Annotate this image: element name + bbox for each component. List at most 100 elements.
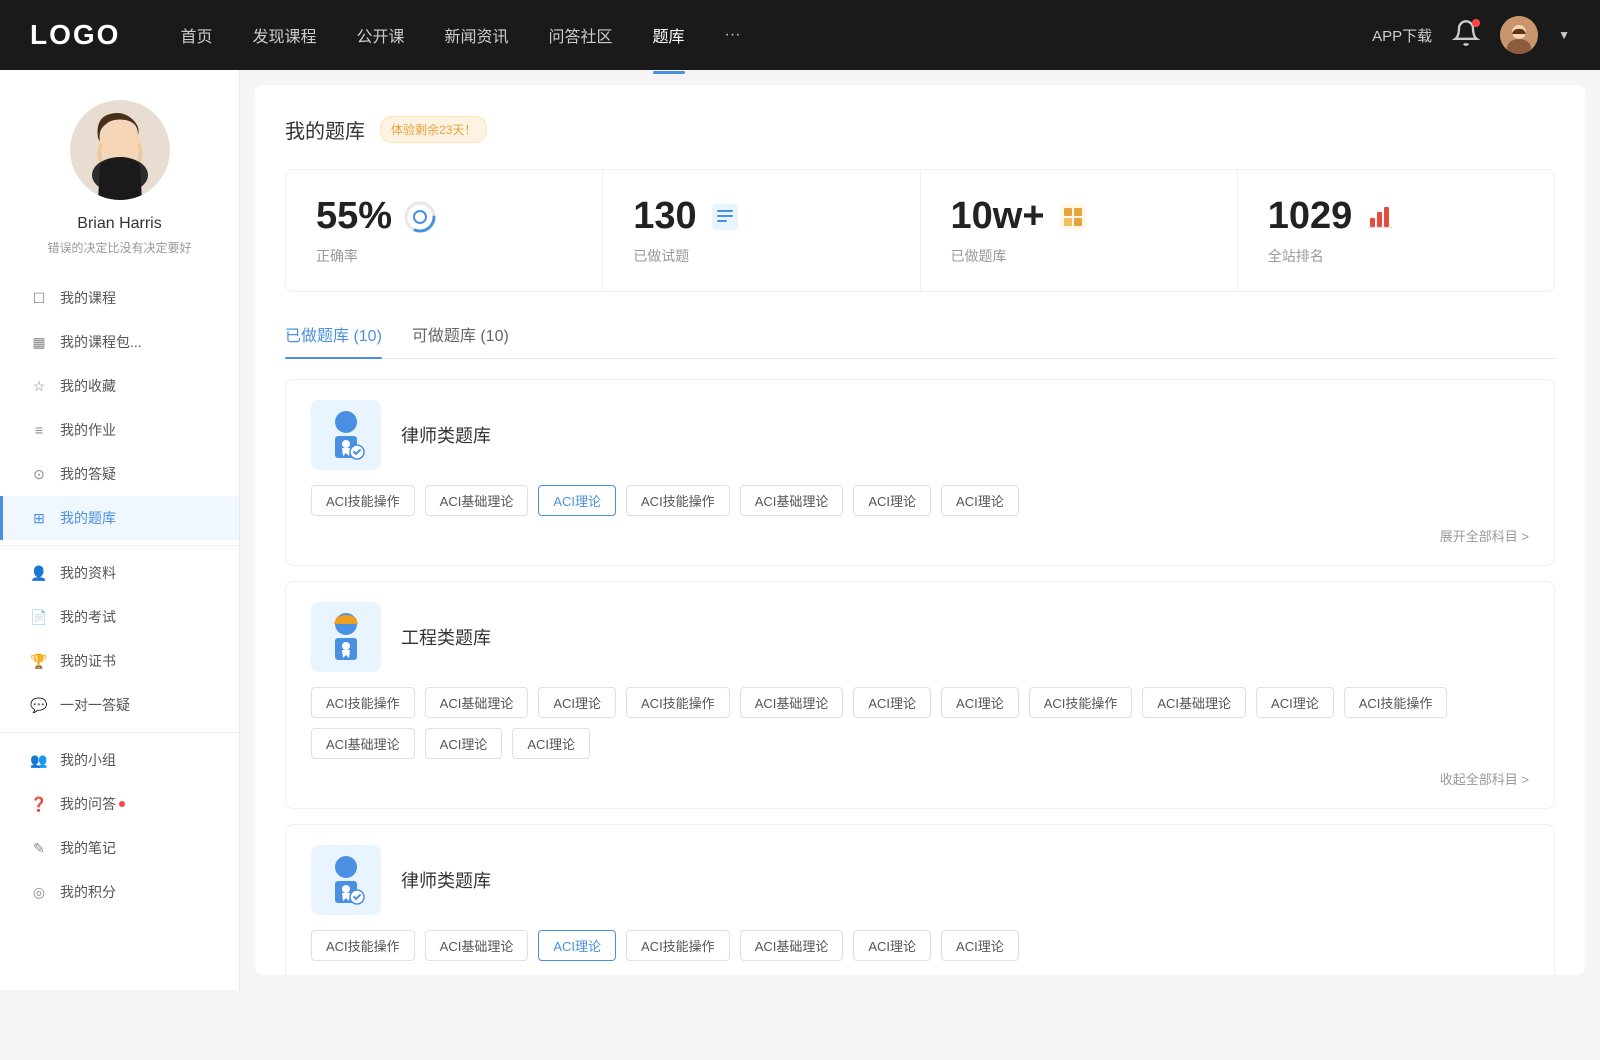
tabs: 已做题库 (10) 可做题库 (10) (285, 322, 1555, 359)
bank-name-1: 律师类题库 (401, 422, 491, 448)
sidebar-item-homework[interactable]: ≡ 我的作业 (0, 408, 239, 452)
bank-tag[interactable]: ACI理论 (425, 728, 503, 759)
nav-home[interactable]: 首页 (180, 18, 212, 52)
stat-accuracy-header: 55% (316, 195, 438, 238)
star-icon: ☆ (30, 377, 48, 395)
bank-tag[interactable]: ACI理论 (1256, 687, 1334, 718)
sidebar-item-profile[interactable]: 👤 我的资料 (0, 551, 239, 595)
bank-tags-2: ACI技能操作 ACI基础理论 ACI理论 ACI技能操作 ACI基础理论 AC… (311, 687, 1529, 759)
sidebar-item-cert[interactable]: 🏆 我的证书 (0, 639, 239, 683)
bank-icon-engineer (311, 602, 381, 672)
nav-open-course[interactable]: 公开课 (356, 18, 404, 52)
stat-accuracy-label: 正确率 (316, 246, 358, 266)
sidebar-item-course-package[interactable]: ▦ 我的课程包... (0, 320, 239, 364)
tab-available-banks[interactable]: 可做题库 (10) (412, 322, 509, 358)
bank-tag[interactable]: ACI基础理论 (740, 687, 844, 718)
tab-done-banks[interactable]: 已做题库 (10) (285, 322, 382, 358)
bank-tag[interactable]: ACI理论 (941, 485, 1019, 516)
sidebar-item-points[interactable]: ◎ 我的积分 (0, 870, 239, 914)
notification-bell-button[interactable] (1452, 19, 1480, 52)
bank-tag[interactable]: ACI理论 (853, 687, 931, 718)
bank-tag[interactable]: ACI理论 (853, 485, 931, 516)
sidebar-menu: ☐ 我的课程 ▦ 我的课程包... ☆ 我的收藏 ≡ 我的作业 ⊙ 我的答疑 ⊞… (0, 276, 239, 914)
bank-tag[interactable]: ACI技能操作 (626, 687, 730, 718)
expand-button-1[interactable]: 展开全部科目 > (1440, 526, 1529, 545)
nav-news[interactable]: 新闻资讯 (445, 18, 509, 52)
sidebar-item-1v1[interactable]: 💬 一对一答疑 (0, 683, 239, 727)
stat-rank: 1029 全站排名 (1238, 170, 1554, 291)
bank-tag[interactable]: ACI技能操作 (311, 485, 415, 516)
logo: LOGO (30, 19, 120, 51)
nav-more[interactable]: ··· (725, 21, 741, 49)
list-icon (707, 199, 743, 235)
bank-tag[interactable]: ACI理论 (941, 930, 1019, 961)
profile-avatar (70, 100, 170, 200)
nav-qa[interactable]: 问答社区 (549, 18, 613, 52)
header: LOGO 首页 发现课程 公开课 新闻资讯 问答社区 题库 ··· APP下载 (0, 0, 1600, 70)
bank-tag[interactable]: ACI理论 (512, 728, 590, 759)
doc-icon: ≡ (30, 421, 48, 439)
user-avatar-header[interactable] (1500, 16, 1538, 54)
bank-header-3: 律师类题库 (311, 845, 1529, 915)
qa-icon: ❓ (30, 795, 48, 813)
notes-icon: ✎ (30, 839, 48, 857)
bank-tag-active[interactable]: ACI理论 (538, 485, 616, 516)
bank-tag[interactable]: ACI技能操作 (311, 687, 415, 718)
trial-badge: 体验剩余23天！ (380, 116, 487, 143)
bank-tags-3: ACI技能操作 ACI基础理论 ACI理论 ACI技能操作 ACI基础理论 AC… (311, 930, 1529, 961)
group-icon: 👥 (30, 751, 48, 769)
bank-tag[interactable]: ACI基础理论 (1142, 687, 1246, 718)
sidebar-item-notes[interactable]: ✎ 我的笔记 (0, 826, 239, 870)
question-circle-icon: ⊙ (30, 465, 48, 483)
bank-tag[interactable]: ACI基础理论 (740, 485, 844, 516)
bank-tag[interactable]: ACI基础理论 (425, 930, 529, 961)
bank-tag[interactable]: ACI技能操作 (626, 930, 730, 961)
bank-header-2: 工程类题库 (311, 602, 1529, 672)
sidebar-item-question-bank[interactable]: ⊞ 我的题库 (0, 496, 239, 540)
circle-progress-icon (402, 199, 438, 235)
chevron-down-icon[interactable]: ▼ (1558, 28, 1570, 42)
sidebar-item-my-course[interactable]: ☐ 我的课程 (0, 276, 239, 320)
nav-discover[interactable]: 发现课程 (252, 18, 316, 52)
stat-done-value: 130 (633, 195, 696, 238)
stat-banks-label: 已做题库 (951, 246, 1007, 266)
bank-tag[interactable]: ACI技能操作 (1029, 687, 1133, 718)
bank-tags-1: ACI技能操作 ACI基础理论 ACI理论 ACI技能操作 ACI基础理论 AC… (311, 485, 1529, 516)
app-download-button[interactable]: APP下载 (1372, 25, 1432, 46)
page-header: 我的题库 体验剩余23天！ (285, 115, 1555, 144)
file-icon: ☐ (30, 289, 48, 307)
sidebar-item-favorites[interactable]: ☆ 我的收藏 (0, 364, 239, 408)
bank-tag[interactable]: ACI理论 (853, 930, 931, 961)
header-right: APP下载 ▼ (1372, 16, 1570, 54)
bank-tag[interactable]: ACI理论 (538, 687, 616, 718)
collapse-button-2[interactable]: 收起全部科目 > (1440, 769, 1529, 788)
avatar-image (1500, 16, 1538, 54)
bank-section-lawyer-1: 律师类题库 ACI技能操作 ACI基础理论 ACI理论 ACI技能操作 ACI基… (285, 379, 1555, 566)
sidebar-item-my-qa[interactable]: ❓ 我的问答 (0, 782, 239, 826)
bank-tag[interactable]: ACI技能操作 (311, 930, 415, 961)
main-layout: Brian Harris 错误的决定比没有决定要好 ☐ 我的课程 ▦ 我的课程包… (0, 70, 1600, 990)
bank-tag[interactable]: ACI基础理论 (425, 687, 529, 718)
main-nav: 首页 发现课程 公开课 新闻资讯 问答社区 题库 ··· (180, 18, 1372, 52)
sidebar-item-exam[interactable]: 📄 我的考试 (0, 595, 239, 639)
bank-tag[interactable]: ACI理论 (941, 687, 1019, 718)
bank-tag[interactable]: ACI技能操作 (626, 485, 730, 516)
qa-red-dot (119, 801, 125, 807)
bank-tag[interactable]: ACI基础理论 (740, 930, 844, 961)
stat-accuracy-value: 55% (316, 195, 392, 238)
stat-rank-value: 1029 (1268, 195, 1353, 238)
bank-section-engineer: 工程类题库 ACI技能操作 ACI基础理论 ACI理论 ACI技能操作 ACI基… (285, 581, 1555, 809)
stat-done-questions: 130 已做试题 (603, 170, 920, 291)
sidebar-item-group[interactable]: 👥 我的小组 (0, 738, 239, 782)
bank-tag[interactable]: ACI技能操作 (1344, 687, 1448, 718)
bank-tag[interactable]: ACI基础理论 (425, 485, 529, 516)
notification-dot (1472, 19, 1480, 27)
sidebar-item-qa[interactable]: ⊙ 我的答疑 (0, 452, 239, 496)
sidebar: Brian Harris 错误的决定比没有决定要好 ☐ 我的课程 ▦ 我的课程包… (0, 70, 240, 990)
nav-question-bank[interactable]: 题库 (653, 18, 685, 52)
main-content: 我的题库 体验剩余23天！ 55% 正确率 (255, 85, 1585, 975)
stat-done-banks: 10w+ 已做题库 (921, 170, 1238, 291)
bank-tag[interactable]: ACI基础理论 (311, 728, 415, 759)
bank-tag-active[interactable]: ACI理论 (538, 930, 616, 961)
stat-done-header: 130 (633, 195, 742, 238)
